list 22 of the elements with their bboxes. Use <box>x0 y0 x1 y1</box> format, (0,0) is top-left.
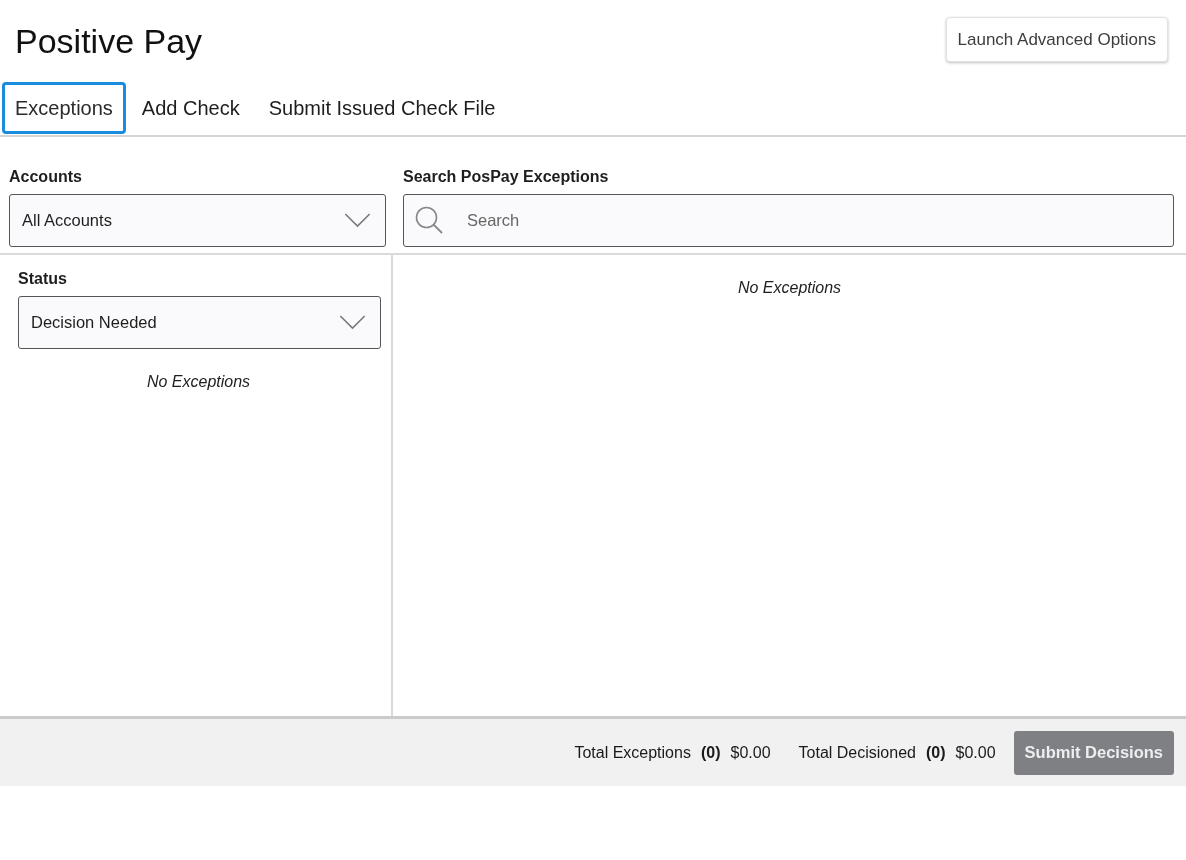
accounts-label: Accounts <box>9 167 82 186</box>
status-dropdown[interactable]: Decision Needed <box>18 296 381 349</box>
total-label: Total Exceptions <box>574 743 691 762</box>
search-icon <box>415 206 443 234</box>
page-title: Positive Pay <box>15 21 203 62</box>
search-field[interactable]: Search <box>403 194 1174 247</box>
total-amount: $0.00 <box>955 743 996 762</box>
tab[interactable]: Add Check <box>128 82 253 134</box>
chevron-down-icon <box>344 213 371 228</box>
tab[interactable]: Exceptions <box>2 82 126 134</box>
tab[interactable]: Submit Issued Check File <box>255 82 509 134</box>
accounts-dropdown[interactable]: All Accounts <box>9 194 386 247</box>
total-amount: $0.00 <box>730 743 771 762</box>
total-count: (0) <box>700 743 721 762</box>
empty-message: No Exceptions <box>146 373 251 391</box>
chevron-down-icon <box>339 315 366 330</box>
status-label: Status <box>18 269 67 288</box>
launch-advanced-options-button[interactable]: Launch Advanced Options <box>945 17 1168 62</box>
total-count: (0) <box>925 743 946 762</box>
total-label: Total Decisioned <box>798 743 916 762</box>
search-label: Search PosPay Exceptions <box>403 167 609 186</box>
empty-message: No Exceptions <box>737 279 842 297</box>
